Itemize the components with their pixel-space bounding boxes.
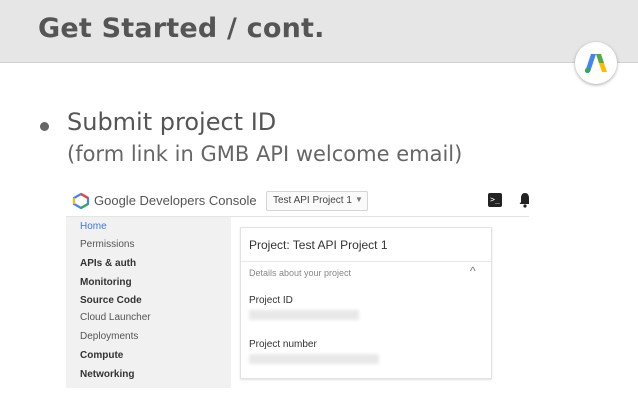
chevron-up-icon[interactable]: ^ [470, 264, 476, 278]
project-selector-label: Test API Project 1 [273, 195, 352, 206]
sidebar-item-deployments[interactable]: Deployments [80, 331, 138, 342]
console-topbar: Google Developers Console Test API Proje… [66, 186, 529, 217]
card-divider [241, 261, 491, 262]
bullet-text: Submit project ID [67, 108, 277, 136]
sidebar-item-apis-auth[interactable]: APIs & auth [80, 258, 136, 269]
slide-header: Get Started / cont. [0, 0, 638, 63]
project-selector[interactable]: Test API Project 1 ▼ [266, 191, 368, 211]
sidebar-item-cloud-launcher[interactable]: Cloud Launcher [80, 312, 151, 323]
console-product-name: Google Developers Console [94, 193, 257, 208]
sidebar-item-source-code[interactable]: Source Code [80, 295, 142, 306]
google-adwords-logo-icon [575, 42, 617, 84]
bullet-subtext: (form link in GMB API welcome email) [67, 142, 463, 166]
project-number-value [249, 354, 379, 364]
sidebar-item-home[interactable]: Home [80, 221, 107, 232]
console-sidebar: Home Permissions APIs & auth Monitoring … [66, 217, 231, 388]
google-developers-logo-icon [72, 192, 90, 210]
slide-title: Get Started / cont. [38, 13, 325, 44]
card-details-label: Details about your project [249, 268, 352, 278]
notifications-icon[interactable] [519, 192, 529, 208]
project-id-label: Project ID [249, 295, 293, 306]
project-id-value [249, 310, 359, 320]
terminal-icon[interactable]: >_ [488, 193, 502, 207]
bullet-dot [40, 122, 49, 131]
console-screenshot: Google Developers Console Test API Proje… [66, 186, 529, 388]
sidebar-item-networking[interactable]: Networking [80, 369, 134, 380]
chevron-down-icon: ▼ [355, 195, 363, 204]
project-card: Project: Test API Project 1 Details abou… [240, 227, 492, 379]
project-number-label: Project number [249, 339, 317, 350]
card-title: Project: Test API Project 1 [249, 238, 388, 252]
sidebar-item-permissions[interactable]: Permissions [80, 239, 134, 250]
sidebar-item-compute[interactable]: Compute [80, 350, 123, 361]
sidebar-item-monitoring[interactable]: Monitoring [80, 277, 132, 288]
